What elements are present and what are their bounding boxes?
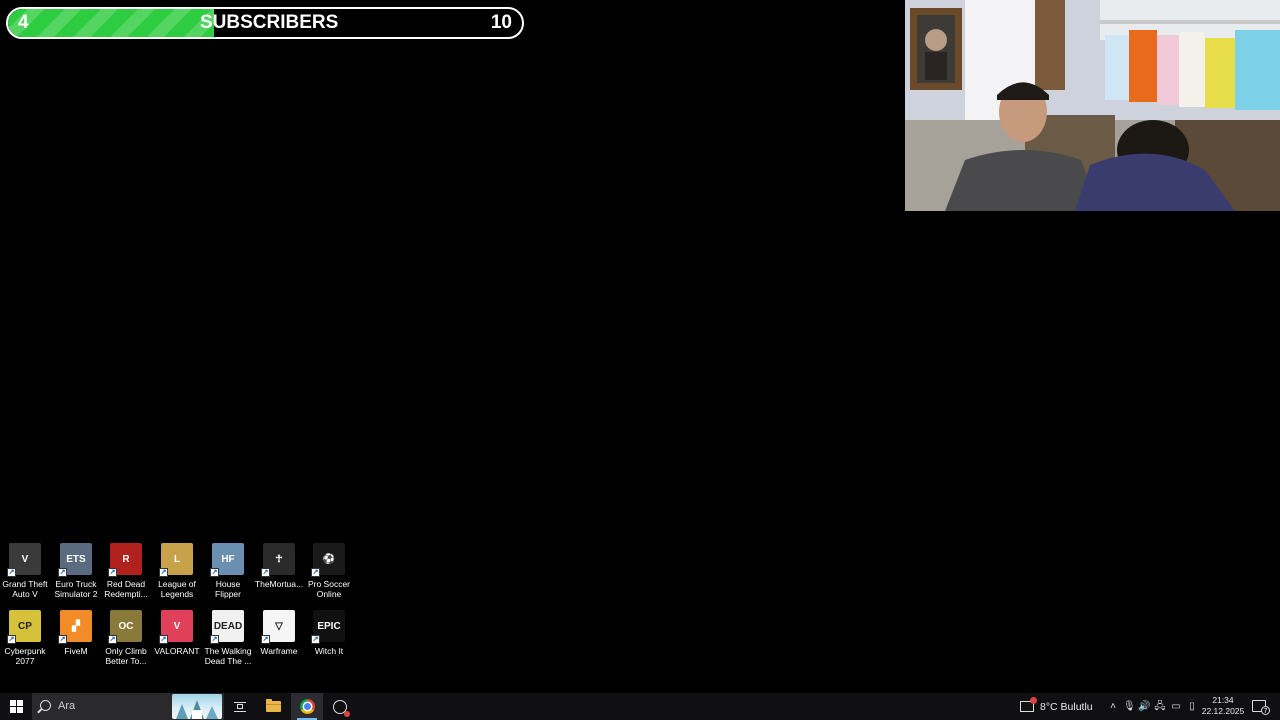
- rdr-icon: R ↗: [108, 543, 142, 577]
- desktop-icon[interactable]: ▽ ↗ Warframe: [254, 610, 304, 656]
- desktop-icon-label: Cyberpunk 2077: [4, 646, 46, 666]
- shortcut-arrow-icon: ↗: [58, 635, 67, 644]
- display-icon[interactable]: ▭: [1170, 701, 1182, 712]
- search-input[interactable]: [58, 693, 188, 720]
- microphone-icon[interactable]: 🎙: [1123, 701, 1136, 712]
- shortcut-arrow-icon: ↗: [108, 635, 117, 644]
- network-icon[interactable]: 🖧: [1154, 701, 1166, 712]
- folder-icon: [265, 699, 281, 712]
- file-explorer-button[interactable]: [257, 693, 289, 720]
- desktop-icon-label: TheMortua...: [254, 579, 304, 589]
- desktop-icon[interactable]: OC ↗ Only Climb Better To...: [101, 610, 151, 666]
- shortcut-arrow-icon: ↗: [159, 568, 168, 577]
- search-highlight-image: [172, 694, 222, 719]
- desktop-icon-label: Witch It: [314, 646, 344, 656]
- walking-dead-icon: DEAD ↗: [210, 610, 244, 644]
- clock-date: 22.12.2025: [1201, 706, 1245, 716]
- taskbar-clock[interactable]: 21:34 22.12.2025: [1197, 695, 1249, 717]
- desktop-icon-label: Pro Soccer Online: [307, 579, 351, 599]
- weather-widget[interactable]: 8°C Bulutlu: [1020, 693, 1093, 720]
- valorant-icon: V ↗: [159, 610, 193, 644]
- weather-news-icon: [1020, 697, 1037, 712]
- desktop-icon[interactable]: V ↗ VALORANT: [152, 610, 202, 656]
- desktop-icon-label: Warframe: [260, 646, 298, 656]
- gta5-icon: V ↗: [7, 543, 41, 577]
- house-flipper-icon: HF ↗: [210, 543, 244, 577]
- desktop-icon-label: Only Climb Better To...: [105, 646, 147, 666]
- desktop-icon[interactable]: ⚽ ↗ Pro Soccer Online: [304, 543, 354, 599]
- task-view-icon: [234, 701, 246, 712]
- shortcut-arrow-icon: ↗: [261, 635, 270, 644]
- lol-icon: L ↗: [159, 543, 193, 577]
- desktop-icon-label: FiveM: [64, 646, 88, 656]
- desktop-icon[interactable]: CP ↗ Cyberpunk 2077: [0, 610, 50, 666]
- chevron-up-icon[interactable]: ˄: [1107, 701, 1119, 712]
- desktop-icon-label: Grand Theft Auto V: [2, 579, 48, 599]
- weather-text: 8°C Bulutlu: [1040, 700, 1093, 713]
- epic-games-icon: EPIC ↗: [311, 610, 345, 644]
- task-view-button[interactable]: [224, 693, 256, 720]
- desktop-icon-label: Euro Truck Simulator 2: [54, 579, 98, 599]
- shortcut-arrow-icon: ↗: [261, 568, 270, 577]
- warframe-icon: ▽ ↗: [261, 610, 295, 644]
- desktop-icon-label: League of Legends: [158, 579, 196, 599]
- windows-logo-icon: [9, 700, 23, 713]
- search-icon: [40, 700, 51, 711]
- goal-current-count: 4: [18, 12, 29, 33]
- desktop-icon-label: VALORANT: [154, 646, 200, 656]
- shortcut-arrow-icon: ↗: [210, 568, 219, 577]
- shortcut-arrow-icon: ↗: [7, 635, 16, 644]
- desktop-icon[interactable]: L ↗ League of Legends: [152, 543, 202, 599]
- shortcut-arrow-icon: ↗: [7, 568, 16, 577]
- notification-count-badge: 7: [1261, 706, 1270, 715]
- clock-time: 21:34: [1212, 695, 1234, 705]
- desktop-icon[interactable]: V ↗ Grand Theft Auto V: [0, 543, 50, 599]
- goal-title: SUBSCRIBERS: [200, 12, 339, 33]
- subscriber-goal-bar: 4 SUBSCRIBERS 10: [6, 7, 524, 39]
- fivem-icon: ▞ ↗: [58, 610, 92, 644]
- speaker-icon[interactable]: 🔊: [1138, 701, 1150, 712]
- shortcut-arrow-icon: ↗: [58, 568, 67, 577]
- recorder-taskbar-button[interactable]: [324, 693, 356, 720]
- taskbar-search-box[interactable]: [32, 693, 224, 720]
- chrome-taskbar-button[interactable]: [291, 693, 323, 720]
- shortcut-arrow-icon: ↗: [311, 635, 320, 644]
- shortcut-arrow-icon: ↗: [311, 568, 320, 577]
- taskbar: 8°C Bulutlu ˄ 🎙 🔊 🖧 ▭ ▯ 21:34 22.12.2025…: [0, 693, 1280, 720]
- shortcut-arrow-icon: ↗: [210, 635, 219, 644]
- start-button[interactable]: [0, 693, 32, 720]
- shortcut-arrow-icon: ↗: [159, 635, 168, 644]
- desktop-icon[interactable]: HF ↗ House Flipper: [203, 543, 253, 599]
- only-climb-icon: OC ↗: [108, 610, 142, 644]
- desktop-icon-label: Red Dead Redempti...: [104, 579, 148, 599]
- desktop-icon-label: The Walking Dead The ...: [204, 646, 252, 666]
- desktop-icon[interactable]: ▞ ↗ FiveM: [51, 610, 101, 656]
- webcam-overlay: [905, 0, 1280, 211]
- desktop-icon[interactable]: ETS ↗ Euro Truck Simulator 2: [51, 543, 101, 599]
- desktop-icon[interactable]: EPIC ↗ Witch It: [304, 610, 354, 656]
- chrome-icon: [299, 699, 315, 714]
- cyberpunk-icon: CP ↗: [7, 610, 41, 644]
- goal-target-count: 10: [490, 12, 512, 33]
- goal-progress-fill: [8, 9, 214, 37]
- desktop-icon[interactable]: ☥ ↗ TheMortua...: [254, 543, 304, 589]
- ets2-icon: ETS ↗: [58, 543, 92, 577]
- desktop-icon-label: House Flipper: [215, 579, 241, 599]
- recording-app-icon: [333, 699, 350, 717]
- mortuary-icon: ☥ ↗: [261, 543, 295, 577]
- pro-soccer-icon: ⚽ ↗: [311, 543, 345, 577]
- shortcut-arrow-icon: ↗: [108, 568, 117, 577]
- desktop-icon[interactable]: R ↗ Red Dead Redempti...: [101, 543, 151, 599]
- desktop-icon[interactable]: DEAD ↗ The Walking Dead The ...: [203, 610, 253, 666]
